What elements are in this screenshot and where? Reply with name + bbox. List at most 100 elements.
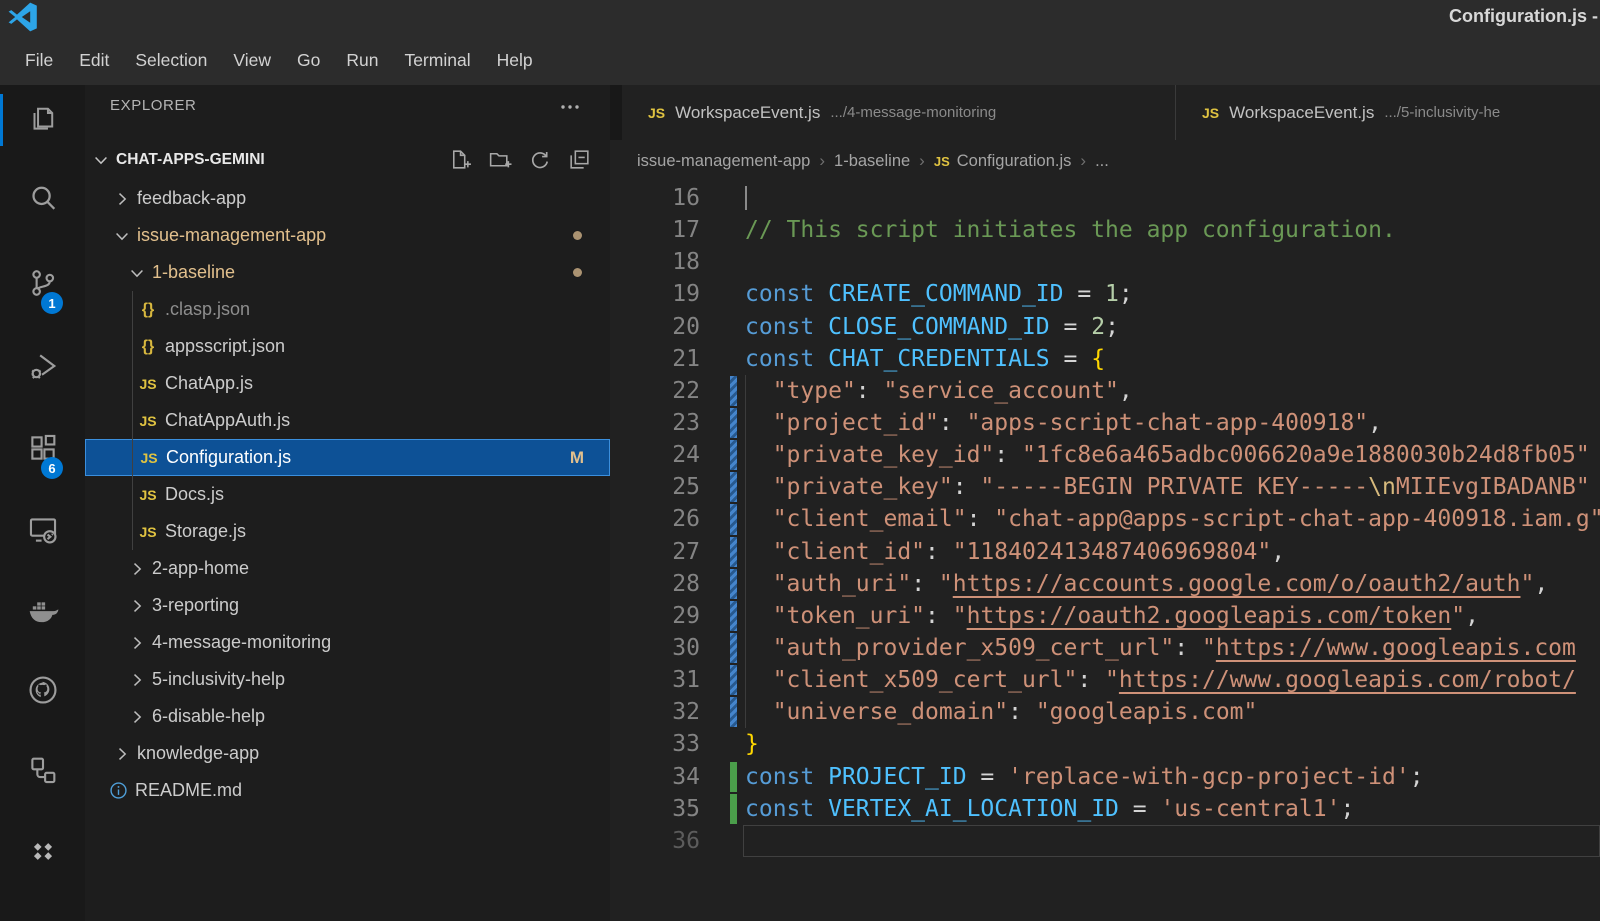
file-tree: feedback-appissue-management-app1-baseli… [85,180,610,809]
tree-item-chatapp-js[interactable]: JSChatApp.js [85,365,610,402]
breadcrumb-item[interactable]: Configuration.js [957,152,1072,171]
line-number: 22 [610,375,700,407]
menu-terminal[interactable]: Terminal [391,36,483,85]
breadcrumb-item[interactable]: 1-baseline [834,152,910,171]
tree-item-readme-md[interactable]: README.md [85,772,610,809]
new-file-icon[interactable] [447,147,472,172]
code-line-19[interactable]: 19const CREATE_COMMAND_ID = 1; [610,278,1600,310]
explorer-actions [447,147,592,172]
tree-item-docs-js[interactable]: JSDocs.js [85,476,610,513]
tree-item-appsscript-json[interactable]: {}appsscript.json [85,328,610,365]
line-number: 28 [610,568,700,600]
line-number: 26 [610,503,700,535]
activity-explorer[interactable] [0,92,85,148]
activity-run-and-debug[interactable] [0,340,85,396]
gutter-modified-indicator [730,376,737,406]
menu-edit[interactable]: Edit [66,36,122,85]
gutter-added-indicator [730,794,737,824]
tree-item-chatappauth-js[interactable]: JSChatAppAuth.js [85,402,610,439]
code-text: const VERTEX_AI_LOCATION_ID = 'us-centra… [610,793,1600,825]
current-line-highlight [743,825,1600,857]
tree-item-label: 3-reporting [152,595,239,616]
indent-guide [745,536,746,568]
menu-run[interactable]: Run [333,36,391,85]
activity-search[interactable] [0,172,85,228]
code-line-22[interactable]: 22 "type": "service_account", [610,375,1600,407]
explorer-sidebar: EXPLORER CHAT-APPS-GEMINI feedback-appis… [85,85,610,921]
tab-workspaceevent-js-1[interactable]: JSWorkspaceEvent.js.../4-message-monitor… [622,85,1175,140]
tree-item-storage-js[interactable]: JSStorage.js [85,513,610,550]
tree-item-2-app-home[interactable]: 2-app-home [85,550,610,587]
code-line-30[interactable]: 30 "auth_provider_x509_cert_url": "https… [610,632,1600,664]
tree-item-knowledge-app[interactable]: knowledge-app [85,735,610,772]
activity-gemini[interactable] [0,825,85,881]
code-line-21[interactable]: 21const CHAT_CREDENTIALS = { [610,343,1600,375]
tree-item--clasp-json[interactable]: {}.clasp.json [85,291,610,328]
code-line-34[interactable]: 34const PROJECT_ID = 'replace-with-gcp-p… [610,761,1600,793]
tree-item-label: appsscript.json [165,336,285,357]
code-line-26[interactable]: 26 "client_email": "chat-app@apps-script… [610,503,1600,535]
tree-item-label: ChatAppAuth.js [165,410,290,431]
menu-file[interactable]: File [12,36,66,85]
line-number: 34 [610,761,700,793]
menu-view[interactable]: View [220,36,284,85]
workspace-section-header[interactable]: CHAT-APPS-GEMINI [85,143,610,177]
tree-item-label: 5-inclusivity-help [152,669,285,690]
tree-item-configuration-js[interactable]: JSConfiguration.jsM [85,439,610,476]
activity-project-manager[interactable] [0,744,85,800]
json-file-icon: {} [135,336,161,358]
code-line-23[interactable]: 23 "project_id": "apps-script-chat-app-4… [610,407,1600,439]
chevron-right-icon [127,670,147,690]
tab-workspaceevent-js-2[interactable]: JSWorkspaceEvent.js.../5-inclusivity-he [1175,85,1600,140]
gutter-modified-indicator [730,569,737,599]
code-line-18[interactable]: 18 [610,246,1600,278]
git-modified-badge: M [570,448,584,468]
new-folder-icon[interactable] [487,147,512,172]
activity-remote-explorer[interactable] [0,504,85,560]
code-line-33[interactable]: 33} [610,728,1600,760]
menu-go[interactable]: Go [284,36,333,85]
js-file-icon: JS [135,521,161,543]
code-line-29[interactable]: 29 "token_uri": "https://oauth2.googleap… [610,600,1600,632]
gutter-modified-indicator [730,601,737,631]
gutter-modified-indicator [730,665,737,695]
activity-docker[interactable] [0,584,85,640]
code-line-32[interactable]: 32 "universe_domain": "googleapis.com" [610,696,1600,728]
code-line-36[interactable]: 36 [610,825,1600,857]
docker-icon [26,593,60,632]
tree-item-feedback-app[interactable]: feedback-app [85,180,610,217]
code-line-25[interactable]: 25 "private_key": "-----BEGIN PRIVATE KE… [610,471,1600,503]
code-line-20[interactable]: 20const CLOSE_COMMAND_ID = 2; [610,311,1600,343]
gutter-modified-indicator [730,440,737,470]
indent-guide [745,503,746,535]
activity-github[interactable] [0,664,85,720]
tree-item-6-disable-help[interactable]: 6-disable-help [85,698,610,735]
collapse-all-icon[interactable] [567,147,592,172]
js-file-icon: JS [135,410,161,432]
code-line-24[interactable]: 24 "private_key_id": "1fc8e6a465adbc0066… [610,439,1600,471]
refresh-icon[interactable] [527,147,552,172]
breadcrumb-item[interactable]: ... [1095,152,1109,171]
tree-item-1-baseline[interactable]: 1-baseline [85,254,610,291]
tree-item-label: 2-app-home [152,558,249,579]
code-line-35[interactable]: 35const VERTEX_AI_LOCATION_ID = 'us-cent… [610,793,1600,825]
line-number: 21 [610,343,700,375]
code-line-17[interactable]: 17// This script initiates the app confi… [610,214,1600,246]
more-actions-icon[interactable] [558,95,582,119]
menu-bar: FileEditSelectionViewGoRunTerminalHelp [0,36,1600,85]
code-editor[interactable]: 1617// This script initiates the app con… [610,182,1600,921]
tree-item-5-inclusivity-help[interactable]: 5-inclusivity-help [85,661,610,698]
breadcrumb-item[interactable]: issue-management-app [637,152,810,171]
menu-selection[interactable]: Selection [122,36,220,85]
code-line-31[interactable]: 31 "client_x509_cert_url": "https://www.… [610,664,1600,696]
menu-help[interactable]: Help [484,36,546,85]
github-icon [26,673,60,712]
gutter-modified-indicator [730,697,737,727]
code-line-16[interactable]: 16 [610,182,1600,214]
code-line-27[interactable]: 27 "client_id": "118402413487406969804", [610,536,1600,568]
code-line-28[interactable]: 28 "auth_uri": "https://accounts.google.… [610,568,1600,600]
tree-item-4-message-monitoring[interactable]: 4-message-monitoring [85,624,610,661]
code-text: "auth_uri": "https://accounts.google.com… [610,568,1600,600]
tree-item-issue-management-app[interactable]: issue-management-app [85,217,610,254]
tree-item-3-reporting[interactable]: 3-reporting [85,587,610,624]
